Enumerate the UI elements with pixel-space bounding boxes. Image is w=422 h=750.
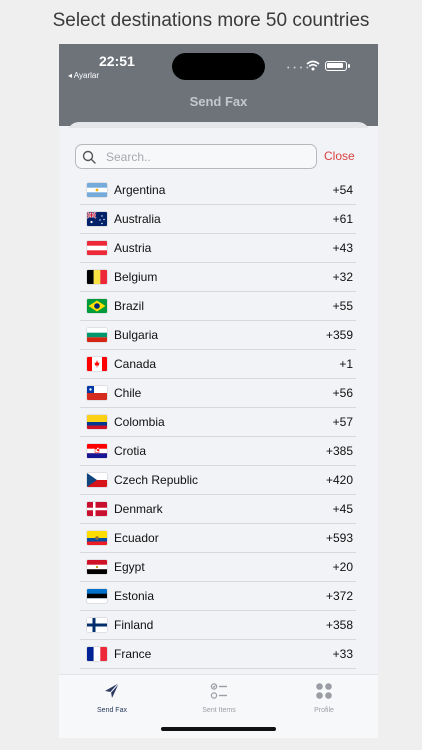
country-row[interactable]: Belgium +32 — [80, 263, 356, 292]
country-row[interactable]: Chile +56 — [80, 379, 356, 408]
finland-flag — [87, 618, 107, 632]
tab-label: Sent Items — [202, 707, 236, 714]
brazil-flag — [87, 299, 107, 313]
country-name: Colombia — [114, 415, 165, 429]
country-row[interactable]: Australia +61 — [80, 205, 356, 234]
country-dial-code: +54 — [332, 183, 353, 197]
estonia-flag — [87, 589, 107, 603]
country-dial-code: +420 — [325, 473, 353, 487]
country-dial-code: +55 — [332, 299, 353, 313]
country-dial-code: +20 — [332, 560, 353, 574]
country-name: Bulgaria — [114, 328, 159, 342]
ecuador-flag — [87, 531, 107, 545]
country-name: Canada — [114, 357, 157, 371]
screenshot-caption: Select destinations more 50 countries — [52, 10, 370, 31]
canada-flag — [87, 357, 107, 371]
search-input[interactable] — [106, 148, 306, 166]
country-dial-code: +56 — [332, 386, 353, 400]
country-name: Estonia — [114, 589, 155, 603]
country-row[interactable]: Bulgaria +359 — [80, 321, 356, 350]
country-name: Austria — [114, 241, 152, 255]
back-to-settings-link[interactable]: ◂ Ayarlar — [68, 71, 99, 80]
country-dial-code: +32 — [332, 270, 353, 284]
country-dial-code: +593 — [325, 531, 353, 545]
croatia-flag — [87, 444, 107, 458]
close-button[interactable]: Close — [324, 149, 355, 163]
country-row[interactable]: France +33 — [80, 640, 356, 669]
france-flag — [87, 647, 107, 661]
country-row[interactable]: Canada +1 — [80, 350, 356, 379]
dynamic-island — [172, 53, 265, 80]
country-row[interactable]: Crotia +385 — [80, 437, 356, 466]
country-picker-sheet: Close Argentina +54 Australia +61 Austria +43… — [59, 128, 378, 738]
country-name: Argentina — [114, 183, 166, 197]
country-row[interactable]: Argentina +54 — [80, 176, 356, 205]
tab-send-fax[interactable]: Send Fax — [72, 681, 152, 714]
bulgaria-flag — [87, 328, 107, 342]
country-dial-code: +61 — [332, 212, 353, 226]
country-name: Belgium — [114, 270, 158, 284]
country-row[interactable]: Finland +358 — [80, 611, 356, 640]
country-dial-code: +359 — [325, 328, 353, 342]
country-name: Finland — [114, 618, 154, 632]
argentina-flag — [87, 183, 107, 197]
phone-screen: 22:51 ◂ Ayarlar • • • • Send Fax Close A… — [59, 44, 378, 738]
country-dial-code: +43 — [332, 241, 353, 255]
czech-republic-flag — [87, 473, 107, 487]
country-dial-code: +33 — [332, 647, 353, 661]
austria-flag — [87, 241, 107, 255]
grid-icon — [316, 683, 332, 699]
home-indicator — [161, 727, 276, 731]
country-row[interactable]: Brazil +55 — [80, 292, 356, 321]
country-dial-code: +45 — [332, 502, 353, 516]
country-dial-code: +57 — [332, 415, 353, 429]
country-dial-code: +1 — [339, 357, 353, 371]
wifi-icon — [306, 60, 320, 71]
country-name: Crotia — [114, 444, 147, 458]
country-name: France — [114, 647, 152, 661]
country-name: Ecuador — [114, 531, 159, 545]
country-dial-code: +358 — [325, 618, 353, 632]
denmark-flag — [87, 502, 107, 516]
country-name: Denmark — [114, 502, 163, 516]
australia-flag — [87, 212, 107, 226]
status-bar: 22:51 ◂ Ayarlar • • • • Send Fax — [59, 44, 378, 126]
country-row[interactable]: Czech Republic +420 — [80, 466, 356, 495]
country-row[interactable]: Ecuador +593 — [80, 524, 356, 553]
status-time: 22:51 — [99, 53, 135, 69]
egypt-flag — [87, 560, 107, 574]
country-name: Brazil — [114, 299, 145, 313]
country-name: Egypt — [114, 560, 145, 574]
tab-profile[interactable]: Profile — [284, 681, 364, 714]
country-row[interactable]: Egypt +20 — [80, 553, 356, 582]
country-dial-code: +372 — [325, 589, 353, 603]
tab-sent-items[interactable]: Sent Items — [179, 681, 259, 714]
checklist-icon — [210, 683, 227, 699]
country-row[interactable]: Estonia +372 — [80, 582, 356, 611]
nav-title: Send Fax — [189, 94, 248, 109]
tab-label: Profile — [314, 707, 334, 714]
colombia-flag — [87, 415, 107, 429]
country-name: Czech Republic — [114, 473, 199, 487]
search-field[interactable] — [75, 144, 317, 169]
country-list: Argentina +54 Australia +61 Austria +43 Belgiu… — [80, 176, 356, 669]
country-row[interactable]: Denmark +45 — [80, 495, 356, 524]
chile-flag — [87, 386, 107, 400]
country-row[interactable]: Colombia +57 — [80, 408, 356, 437]
paper-plane-icon — [105, 682, 120, 698]
country-name: Chile — [114, 386, 142, 400]
battery-icon — [325, 61, 350, 71]
search-icon — [82, 150, 96, 164]
country-name: Australia — [114, 212, 161, 226]
tab-label: Send Fax — [97, 707, 127, 714]
belgium-flag — [87, 270, 107, 284]
country-row[interactable]: Austria +43 — [80, 234, 356, 263]
country-dial-code: +385 — [325, 444, 353, 458]
